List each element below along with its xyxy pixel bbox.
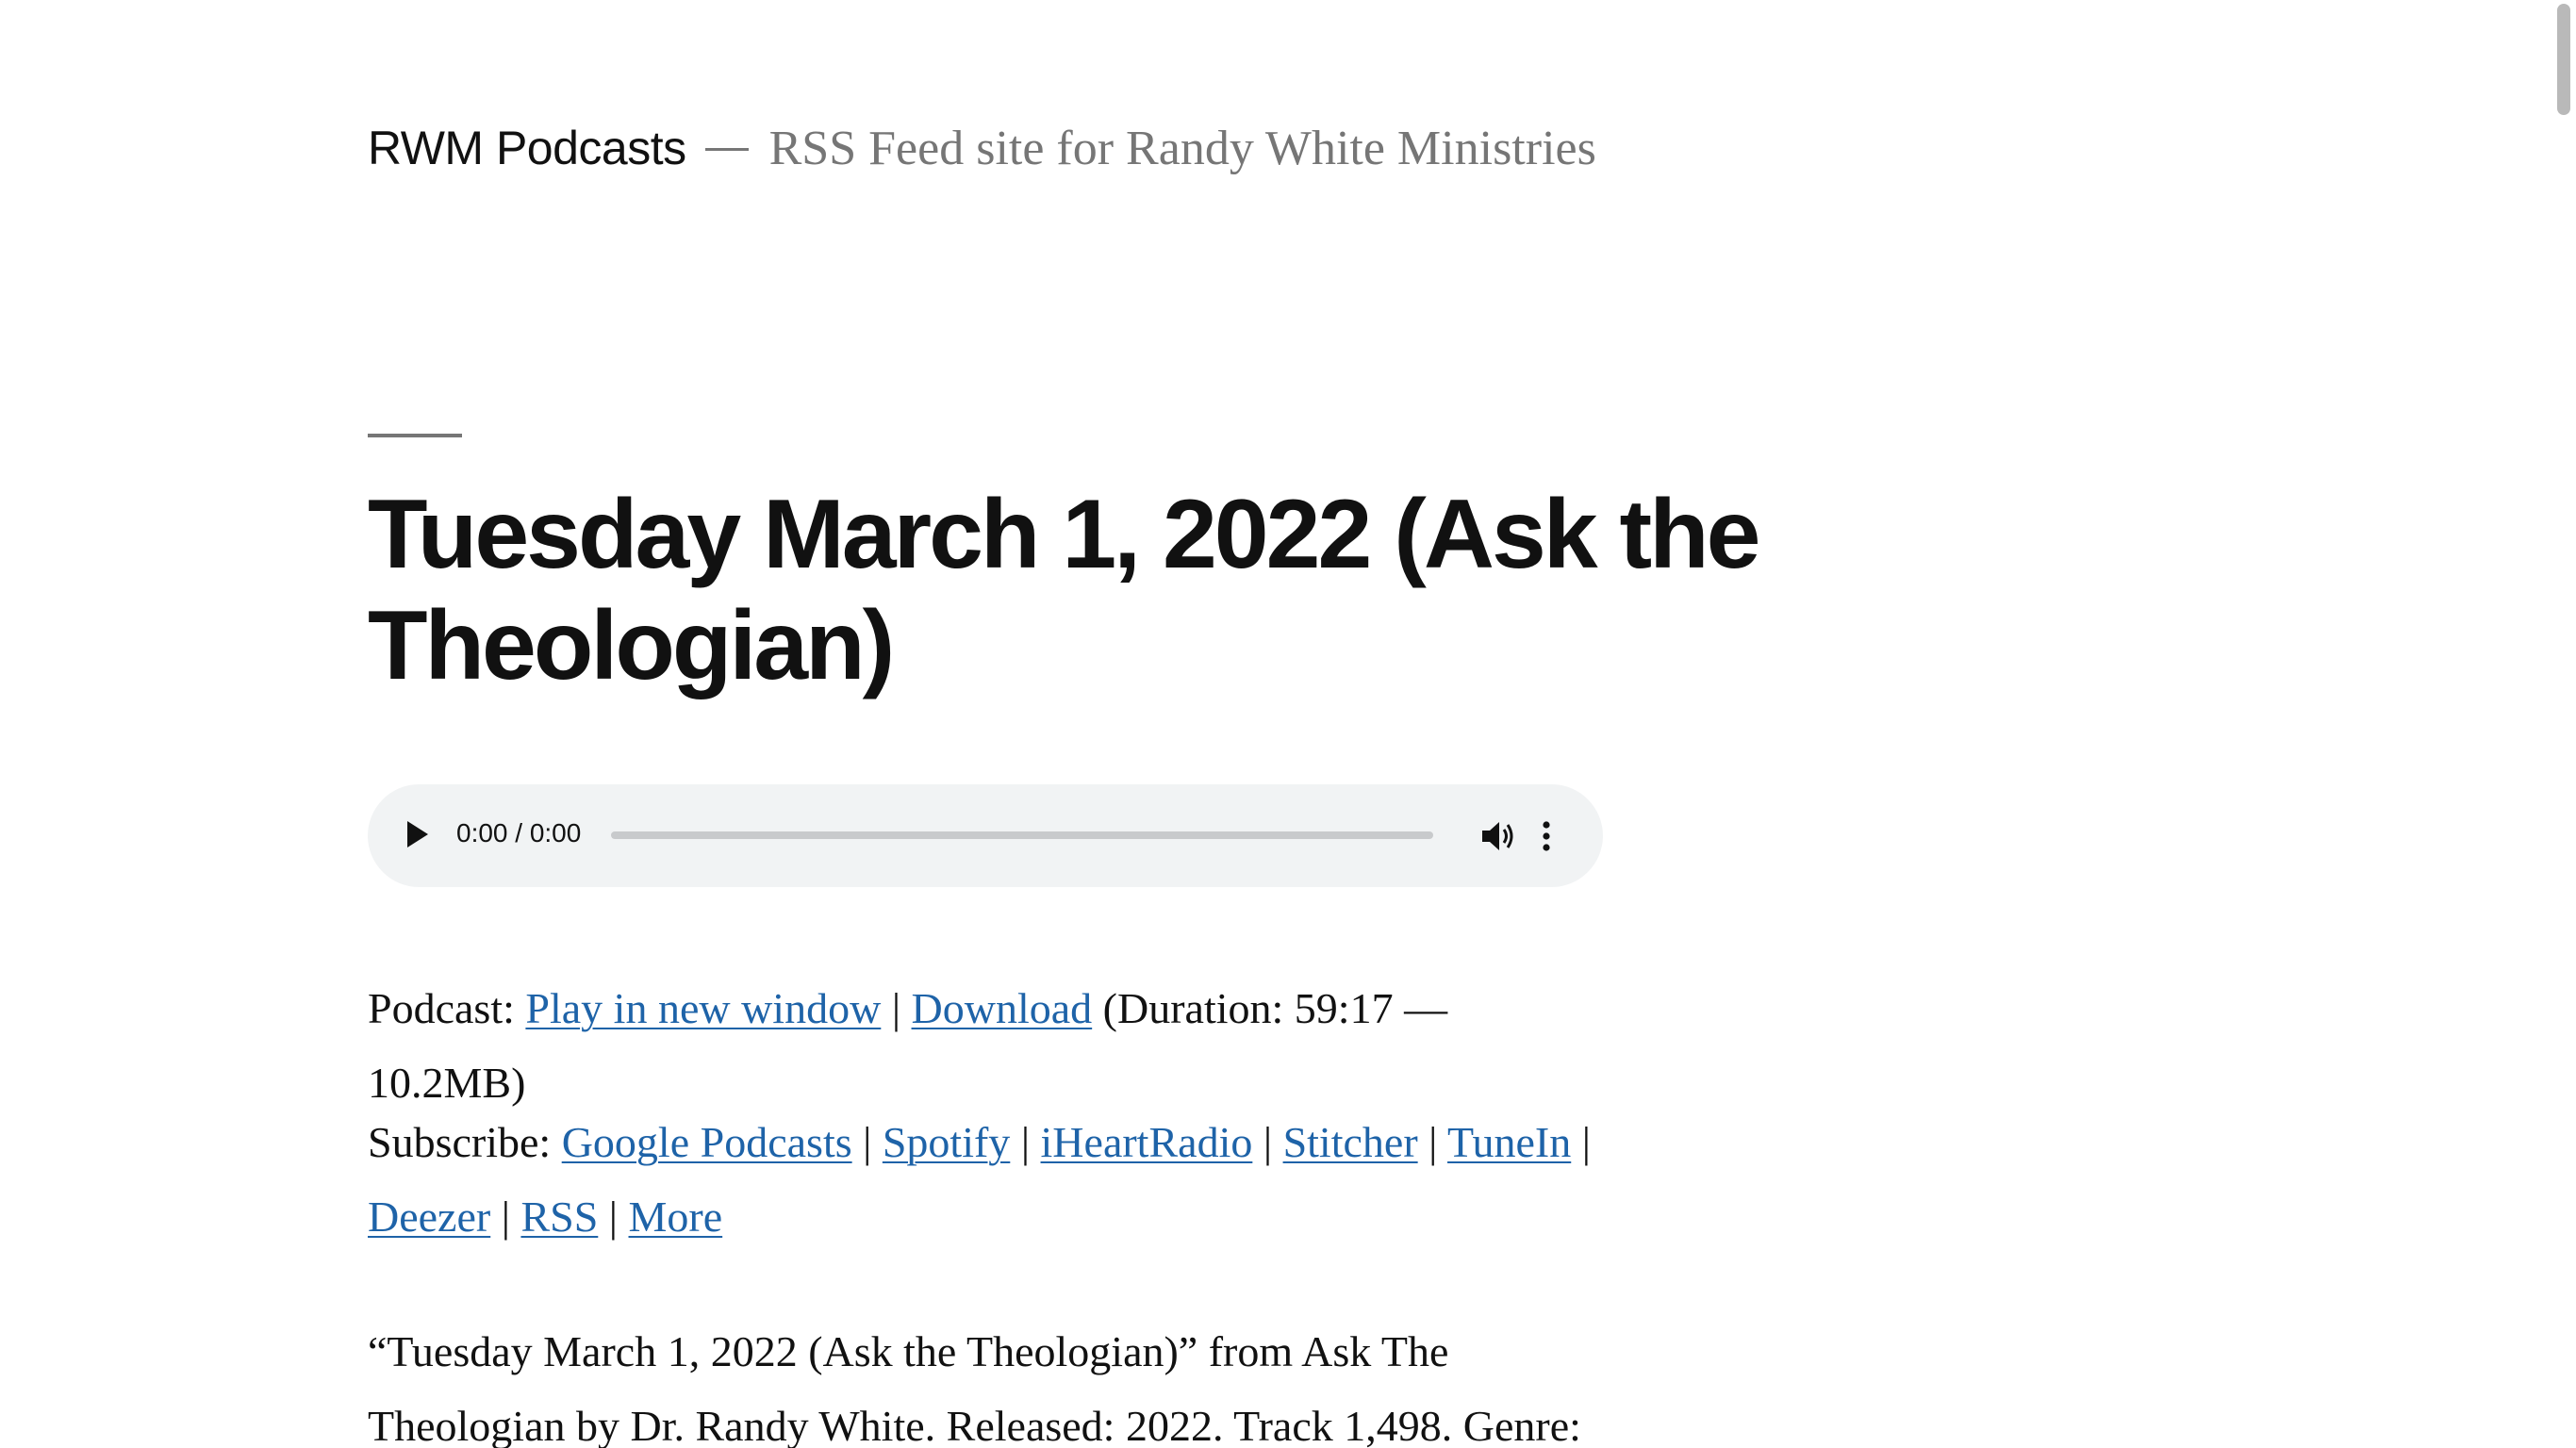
separator: | [501,1193,510,1241]
title-separator [368,434,462,437]
separator: | [1020,1118,1031,1166]
site-title-link[interactable]: RWM Podcasts [368,121,686,175]
more-vert-icon[interactable] [1539,818,1554,854]
subscribe-link-deezer[interactable]: Deezer [368,1193,490,1241]
volume-icon[interactable] [1478,818,1516,854]
subscribe-label: Subscribe: [368,1118,552,1166]
player-progress-bar[interactable] [611,831,1433,839]
scrollbar-thumb[interactable] [2557,4,2570,115]
post-title: Tuesday March 1, 2022 (Ask the Theologia… [368,480,1761,700]
subscribe-link-spotify[interactable]: Spotify [883,1118,1010,1166]
episode-description: “Tuesday March 1, 2022 (Ask the Theologi… [368,1327,1581,1448]
site-branding: RWM Podcasts RSS Feed site for Randy Whi… [368,121,1596,176]
play-in-new-window-link[interactable]: Play in new window [525,984,881,1032]
download-link[interactable]: Download [912,984,1093,1032]
subscribe-link-rss[interactable]: RSS [520,1193,598,1241]
separator: | [863,1118,872,1166]
subscribe-link-stitcher[interactable]: Stitcher [1283,1118,1418,1166]
separator: | [608,1193,619,1241]
subscribe-link-tunein[interactable]: TuneIn [1447,1118,1571,1166]
play-icon[interactable] [407,821,428,847]
separator: | [891,984,901,1032]
separator: | [1263,1118,1273,1166]
audio-player[interactable]: 0:00 / 0:00 [368,784,1603,887]
subscribe-link-more[interactable]: More [629,1193,723,1241]
separator: | [1581,1118,1591,1166]
vertical-scrollbar[interactable] [2553,0,2576,1448]
header-dash-divider [704,148,749,151]
separator: | [1428,1118,1438,1166]
player-time: 0:00 / 0:00 [456,818,582,847]
site-description: RSS Feed site for Randy White Ministries [768,122,1596,175]
subscribe-link-google-podcasts[interactable]: Google Podcasts [562,1118,852,1166]
podcast-label: Podcast: [368,984,515,1032]
subscribe-link-iheartradio[interactable]: iHeartRadio [1041,1118,1253,1166]
subscribe-links-line: Subscribe: Google Podcasts | Spotify | i… [368,1105,1612,1254]
podcast-links-line: Podcast: Play in new window | Download (… [368,971,1612,1120]
